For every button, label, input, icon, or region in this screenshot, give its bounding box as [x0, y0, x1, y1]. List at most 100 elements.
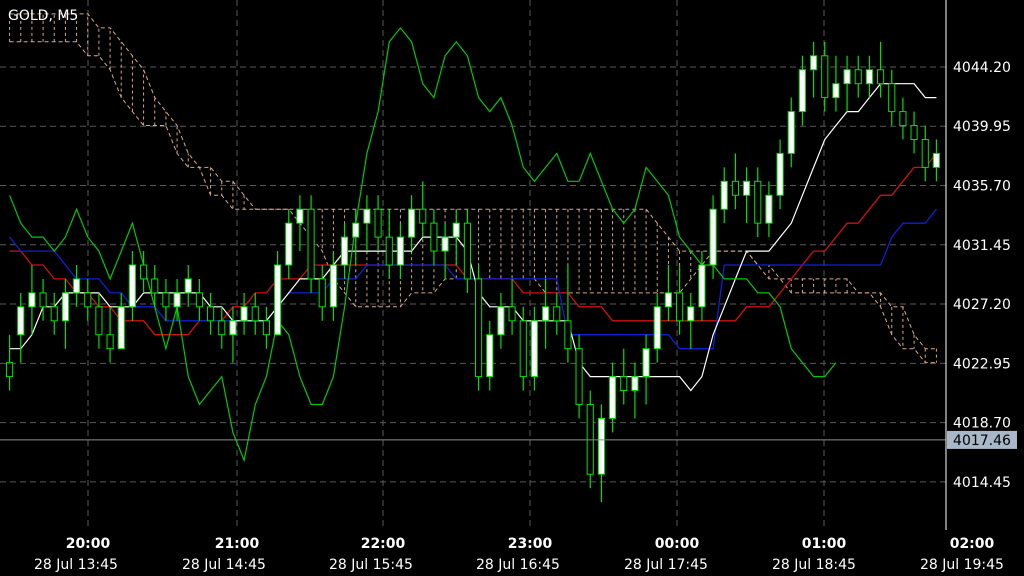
candle-body	[385, 236, 393, 266]
candle-body	[117, 306, 125, 350]
candle-body	[676, 292, 684, 322]
candle-body	[408, 208, 416, 238]
candle-body	[553, 306, 561, 322]
chart-title: GOLD, M5	[8, 8, 78, 24]
candle-body	[218, 320, 226, 336]
candle-body	[877, 69, 885, 85]
price-chart[interactable]: 4044.20 4039.95 4035.70 4031.45 4027.20 4022.…	[0, 0, 1024, 576]
session-label: 02:00	[950, 536, 995, 552]
candle-body	[61, 292, 69, 322]
candle-body	[296, 208, 304, 224]
candle-body	[776, 152, 784, 196]
candle-body	[184, 278, 192, 294]
candle-body	[95, 306, 103, 336]
candle-body	[609, 376, 617, 419]
candle-body	[519, 320, 527, 378]
candle-body	[698, 264, 706, 308]
candle-body	[363, 208, 371, 224]
candle-body	[140, 264, 148, 280]
candle-body	[821, 55, 829, 99]
candle-body	[542, 306, 550, 322]
candle-body	[765, 194, 773, 224]
date-label: 28 Jul 16:45	[476, 557, 560, 573]
candle-body	[318, 278, 326, 308]
candle-body	[709, 208, 717, 266]
candle-body	[754, 180, 762, 224]
candle-body	[84, 292, 92, 308]
candle-body	[274, 264, 282, 336]
candle-body	[475, 278, 483, 378]
candle-body	[653, 306, 661, 350]
candle-body	[106, 334, 114, 350]
candle-body	[798, 69, 806, 113]
price-tick-label: 4027.20	[953, 297, 1011, 313]
candle-body	[39, 292, 47, 308]
candle-body	[564, 320, 572, 350]
candle-body	[240, 306, 248, 322]
current-price-tag: 4017.46	[947, 430, 1017, 449]
candle-body	[207, 306, 215, 322]
candle-body	[17, 306, 25, 336]
candle-body	[151, 278, 159, 294]
candle-body	[530, 320, 538, 378]
candle-body	[50, 306, 58, 322]
session-label: 21:00	[215, 536, 260, 552]
candle-body	[575, 348, 583, 405]
candle-body	[620, 376, 628, 392]
candle-body	[687, 306, 695, 322]
date-label: 28 Jul 13:45	[34, 557, 118, 573]
candle-body	[28, 292, 36, 308]
candle-body	[341, 236, 349, 266]
session-label: 22:00	[361, 536, 406, 552]
date-label: 28 Jul 14:45	[182, 557, 266, 573]
price-tick-label: 4022.95	[953, 356, 1011, 372]
candle-body	[128, 264, 136, 308]
candle-body	[586, 403, 594, 475]
candle-body	[910, 125, 918, 140]
candle-body	[285, 222, 293, 266]
price-tick-label: 4018.70	[953, 416, 1011, 432]
candle-body	[888, 83, 896, 113]
candle-body	[229, 320, 237, 336]
candle-body	[597, 417, 605, 475]
candle-body	[787, 111, 795, 154]
candle-body	[73, 278, 81, 294]
candle-body	[463, 222, 471, 280]
candle-body	[6, 362, 14, 378]
price-tick-label: 4014.45	[953, 475, 1011, 491]
price-tick-label: 4035.70	[953, 179, 1011, 195]
candle-body	[441, 236, 449, 252]
candle-body	[865, 69, 873, 85]
session-label: 20:00	[66, 536, 111, 552]
candle-body	[743, 180, 751, 196]
candle-body	[486, 334, 494, 378]
candle-body	[352, 222, 360, 238]
candle-body	[843, 69, 851, 85]
session-label: 23:00	[508, 536, 553, 552]
candle-body	[899, 111, 907, 127]
date-label: 28 Jul 15:45	[329, 557, 413, 573]
candle-body	[430, 222, 438, 252]
candle-body	[195, 292, 203, 308]
candle-body	[932, 152, 940, 168]
price-tick-label: 4044.20	[953, 60, 1011, 76]
candle-body	[419, 208, 427, 224]
candle-body	[921, 138, 929, 168]
date-label: 28 Jul 19:45	[920, 557, 1004, 573]
candle-body	[452, 222, 460, 238]
candle-body	[307, 208, 315, 280]
candle-body	[642, 348, 650, 378]
candle-body	[497, 306, 505, 336]
session-label: 00:00	[655, 536, 700, 552]
session-label: 01:00	[802, 536, 847, 552]
candle-body	[720, 180, 728, 210]
candle-body	[508, 306, 516, 322]
candle-body	[631, 376, 639, 392]
candle-body	[810, 55, 818, 71]
candle-body	[162, 292, 170, 308]
candle-body	[374, 208, 382, 238]
price-tick-label: 4039.95	[953, 119, 1011, 135]
candle-body	[731, 180, 739, 196]
candle-body	[262, 320, 270, 336]
candle-body	[664, 292, 672, 308]
